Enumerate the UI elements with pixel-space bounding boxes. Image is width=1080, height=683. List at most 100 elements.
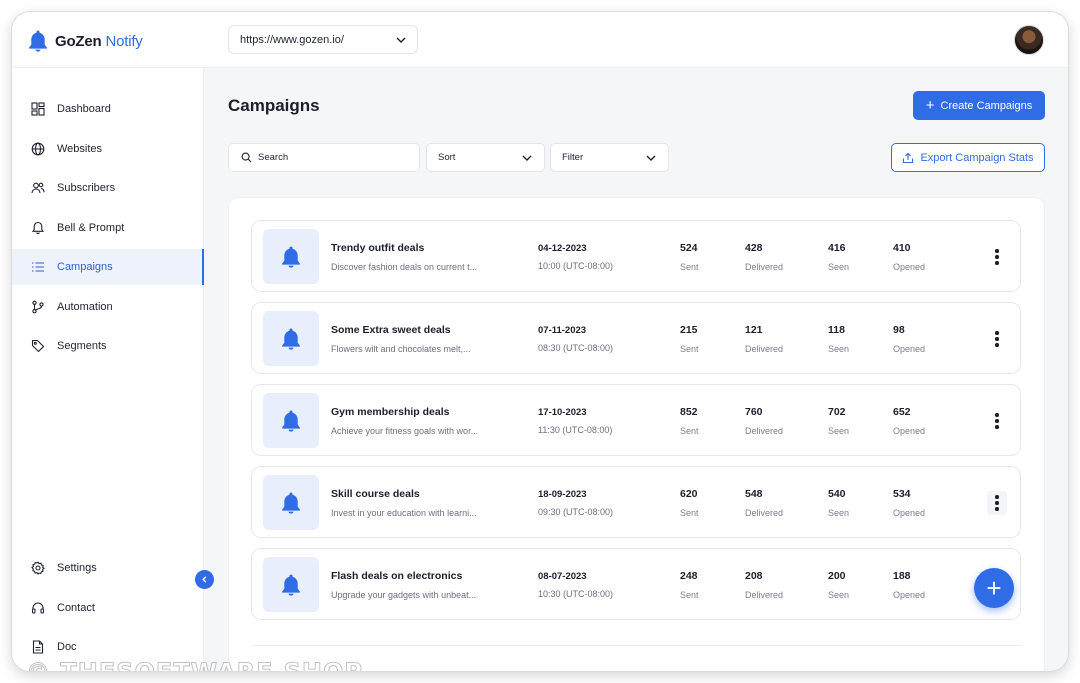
more-options-icon[interactable] [987, 491, 1007, 515]
campaign-date: 18-09-2023 [538, 489, 587, 500]
campaign-card[interactable]: Some Extra sweet deals Flowers wilt and c… [251, 302, 1021, 374]
stat-sent-value: 852 [680, 406, 698, 418]
stat-sent-value: 215 [680, 324, 698, 336]
stat-sent-label: Sent [680, 508, 699, 518]
campaign-thumbnail [263, 229, 319, 284]
sidebar-item-segments[interactable]: Segments [12, 328, 204, 364]
stat-opened-label: Opened [893, 508, 926, 518]
stat-opened-label: Opened [893, 426, 926, 436]
campaign-name[interactable]: Trendy outfit deals [331, 242, 424, 254]
stat-seen-label: Seen [828, 262, 850, 272]
campaign-time: 09:30 (UTC-08:00) [538, 507, 614, 517]
sort-dropdown[interactable]: Sort [426, 143, 545, 172]
stat-delivered-label: Delivered [745, 344, 784, 354]
more-options-icon[interactable] [987, 245, 1007, 269]
stat-opened-value: 534 [893, 488, 911, 500]
list-icon [32, 262, 44, 272]
stat-sent-value: 620 [680, 488, 698, 500]
campaign-time: 10:00 (UTC-08:00) [538, 261, 614, 271]
bell-icon [282, 574, 300, 596]
campaign-name[interactable]: Skill course deals [331, 488, 420, 500]
campaign-name[interactable]: Some Extra sweet deals [331, 324, 451, 336]
stat-delivered-value: 760 [745, 406, 763, 418]
stat-opened-label: Opened [893, 344, 926, 354]
collapse-sidebar-button[interactable] [195, 570, 214, 589]
sidebar-item-label: Subscribers [57, 182, 116, 194]
logo[interactable]: GoZen Notify [28, 28, 143, 54]
campaign-description: Discover fashion deals on current t... [331, 262, 478, 272]
filter-dropdown[interactable]: Filter [550, 143, 669, 172]
export-campaign-stats-button[interactable]: Export Campaign Stats [891, 143, 1045, 172]
bell-icon [282, 328, 300, 350]
sidebar-item-campaigns[interactable]: Campaigns [12, 249, 204, 285]
website-select[interactable]: https://www.gozen.io/ [228, 25, 418, 54]
create-campaigns-button[interactable]: + Create Campaigns [913, 91, 1045, 120]
sidebar-item-automation[interactable]: Automation [12, 289, 204, 325]
avatar[interactable] [1014, 25, 1044, 55]
stat-opened-value: 410 [893, 242, 911, 254]
campaign-thumbnail [263, 475, 319, 530]
stat-seen-label: Seen [828, 426, 850, 436]
stat-opened-label: Opened [893, 590, 926, 600]
campaign-name[interactable]: Flash deals on electronics [331, 570, 462, 582]
create-campaigns-label: Create Campaigns [940, 99, 1033, 112]
floating-add-button[interactable]: + [974, 568, 1014, 608]
stat-seen-value: 200 [828, 570, 846, 582]
bell-logo-icon [29, 30, 47, 52]
stat-opened-value: 652 [893, 406, 911, 418]
chevron-down-icon [396, 37, 406, 43]
search-icon [241, 152, 252, 163]
search-input[interactable]: Search [228, 143, 420, 172]
headset-icon [31, 602, 45, 614]
tag-icon [31, 339, 45, 353]
website-select-value: https://www.gozen.io/ [240, 33, 344, 46]
stat-delivered-value: 208 [745, 570, 763, 582]
sidebar-item-label: Campaigns [57, 261, 113, 273]
stat-seen-label: Seen [828, 508, 850, 518]
campaign-card[interactable]: Trendy outfit deals Discover fashion deal… [251, 220, 1021, 292]
gear-icon [31, 561, 45, 575]
stat-seen-label: Seen [828, 344, 850, 354]
campaign-card[interactable]: Skill course deals Invest in your educati… [251, 466, 1021, 538]
stat-delivered-value: 428 [745, 242, 763, 254]
sidebar-item-dashboard[interactable]: Dashboard [12, 91, 204, 127]
stat-sent-label: Sent [680, 262, 699, 272]
filter-label: Filter [562, 152, 584, 163]
sidebar-item-settings[interactable]: Settings [12, 550, 204, 586]
stat-sent-value: 524 [680, 242, 698, 254]
stat-sent-label: Sent [680, 426, 699, 436]
sidebar: Dashboard Websites Subscribers Bell & Pr… [12, 68, 204, 671]
logo-text: GoZen Notify [55, 33, 143, 50]
watermark: © THESOFTWARE.SHOP [26, 658, 363, 672]
campaign-description: Flowers wilt and chocolates melt,... [331, 344, 471, 354]
bell-icon [282, 492, 300, 514]
sidebar-item-bell-prompt[interactable]: Bell & Prompt [12, 210, 204, 246]
sidebar-item-label: Dashboard [57, 103, 111, 115]
campaign-card[interactable]: Gym membership deals Achieve your fitness… [251, 384, 1021, 456]
page-title: Campaigns [228, 96, 320, 115]
sidebar-item-contact[interactable]: Contact [12, 590, 204, 626]
more-options-icon[interactable] [987, 327, 1007, 351]
sidebar-item-label: Doc [57, 641, 77, 653]
sidebar-item-subscribers[interactable]: Subscribers [12, 170, 204, 206]
campaign-description: Upgrade your gadgets with unbeat... [331, 590, 477, 600]
logo-primary: GoZen [55, 32, 102, 50]
more-options-icon[interactable] [987, 409, 1007, 433]
campaign-name[interactable]: Gym membership deals [331, 406, 449, 418]
stat-seen-label: Seen [828, 590, 850, 600]
chevron-down-icon [646, 155, 656, 161]
dashboard-icon [31, 102, 45, 116]
campaign-card[interactable]: Flash deals on electronics Upgrade your g… [251, 548, 1021, 620]
chevron-down-icon [522, 155, 532, 161]
app-window: GoZen Notify https://www.gozen.io/ Dashb… [12, 12, 1068, 671]
divider [252, 645, 1021, 646]
sidebar-item-websites[interactable]: Websites [12, 131, 204, 167]
sidebar-item-label: Segments [57, 340, 107, 352]
export-label: Export Campaign Stats [920, 151, 1034, 164]
logo-accent: Notify [105, 32, 143, 50]
plus-icon: + [986, 573, 1002, 603]
campaign-date: 08-07-2023 [538, 571, 587, 582]
users-icon [31, 182, 45, 194]
globe-icon [31, 142, 45, 156]
campaign-date: 17-10-2023 [538, 407, 587, 418]
